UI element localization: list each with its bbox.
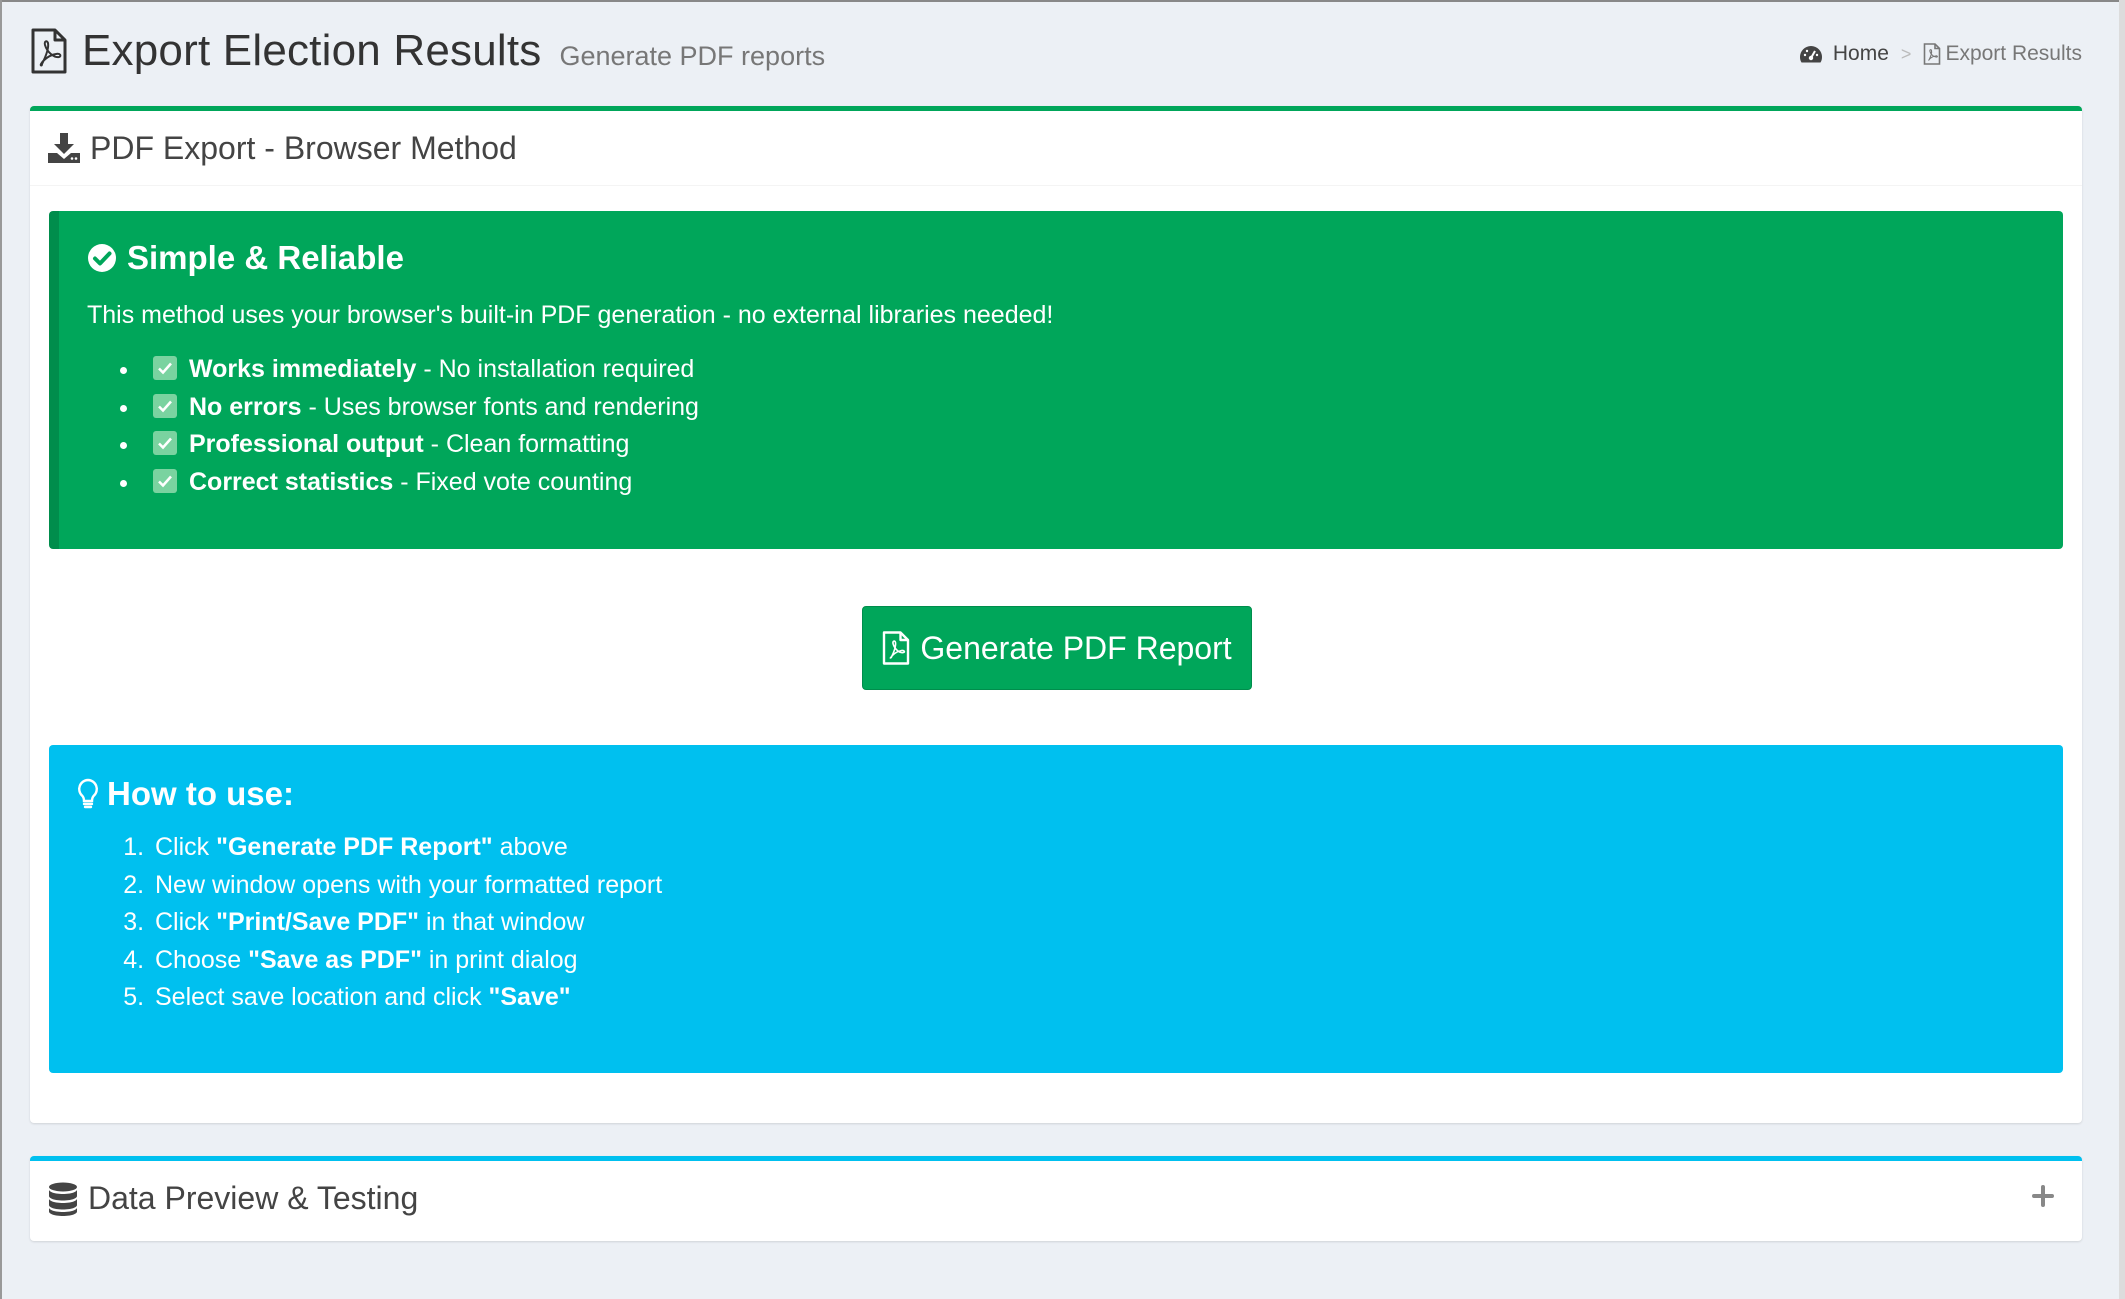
feature-bold: Professional output: [189, 430, 424, 458]
list-item: New window opens with your formatted rep…: [151, 867, 662, 905]
window-top-edge: [0, 0, 2125, 2]
list-item: Choose "Save as PDF" in print dialog: [151, 942, 662, 980]
feature-text: - Uses browser fonts and rendering: [301, 392, 699, 421]
breadcrumb-separator: >: [1900, 43, 1912, 64]
info-callout: How to use: Click "Generate PDF Report" …: [49, 745, 2063, 1073]
data-preview-box: Data Preview & Testing: [30, 1156, 2082, 1241]
lightbulb-icon: [78, 778, 98, 809]
step-text: New window opens with your formatted rep…: [155, 870, 663, 899]
step-bold: "Generate PDF Report": [216, 833, 493, 861]
step-bold: "Print/Save PDF": [216, 908, 420, 936]
pdf-export-box-title: PDF Export - Browser Method: [90, 129, 517, 166]
list-item: Works immediately - No installation requ…: [141, 351, 699, 389]
list-item: Click "Generate PDF Report" above: [151, 829, 662, 867]
success-callout-title: Simple & Reliable: [127, 239, 404, 276]
generate-pdf-button-label: Generate PDF Report: [920, 629, 1232, 666]
step-text: in print dialog: [421, 945, 578, 974]
feature-list: Works immediately - No installation requ…: [117, 351, 699, 501]
list-item: Select save location and click "Save": [151, 979, 662, 1017]
content-header: Export Election Results Generate PDF rep…: [30, 22, 2082, 86]
list-item: Click "Print/Save PDF" in that window: [151, 904, 662, 942]
feature-bold: No errors: [189, 392, 302, 421]
step-text: in that window: [419, 908, 585, 936]
success-callout-title-row: Simple & Reliable: [87, 239, 404, 277]
file-pdf-icon: [1924, 43, 1941, 65]
feature-text: - No installation required: [416, 355, 695, 383]
feature-bold: Correct statistics: [189, 467, 394, 496]
step-bold: "Save": [488, 983, 571, 1011]
plus-icon[interactable]: [2030, 1183, 2056, 1209]
checkbox-icon: [153, 356, 177, 380]
info-callout-title-row: How to use:: [77, 775, 294, 813]
step-text: Click: [155, 833, 217, 861]
page-subtitle: Generate PDF reports: [559, 41, 826, 71]
breadcrumb-home-label: Home: [1832, 42, 1889, 65]
database-icon: [49, 1182, 77, 1216]
success-callout-intro: This method uses your browser's built-in…: [87, 301, 1054, 329]
feature-bold: Works immediately: [189, 355, 417, 383]
feature-text: - Clean formatting: [423, 430, 630, 458]
step-text: Choose: [155, 945, 249, 974]
dashboard-icon: [1799, 46, 1822, 63]
data-preview-box-title: Data Preview & Testing: [88, 1180, 419, 1216]
breadcrumb-current: Export Results: [1923, 42, 2082, 66]
file-pdf-icon: [883, 631, 910, 665]
page-heading: Export Election Results: [82, 26, 542, 75]
feature-text: - Fixed vote counting: [393, 467, 633, 496]
page-title: Export Election Results Generate PDF rep…: [30, 26, 825, 76]
file-pdf-icon: [31, 28, 67, 74]
generate-pdf-button[interactable]: Generate PDF Report: [862, 606, 1252, 690]
check-circle-icon: [88, 244, 116, 272]
breadcrumb-current-label: Export Results: [1945, 42, 2082, 65]
list-item: Correct statistics - Fixed vote counting: [141, 464, 699, 502]
info-callout-title: How to use:: [107, 775, 294, 812]
breadcrumb-home-link[interactable]: Home: [1799, 42, 1889, 66]
checkbox-icon: [153, 468, 177, 493]
checkbox-icon: [153, 393, 177, 418]
checkbox-icon: [153, 431, 177, 455]
pdf-export-box-header: PDF Export - Browser Method: [30, 111, 2082, 186]
download-icon: [48, 133, 80, 163]
window-left-edge: [0, 0, 2, 1299]
list-item: No errors - Uses browser fonts and rende…: [141, 389, 699, 427]
success-callout: Simple & Reliable This method uses your …: [49, 211, 2063, 549]
step-text: above: [492, 833, 568, 861]
scrollbar[interactable]: [2119, 0, 2125, 1299]
pdf-export-box: PDF Export - Browser Method Simple & Rel…: [30, 106, 2082, 1123]
breadcrumb: Home > Export Results: [1799, 42, 2082, 66]
step-bold: "Save as PDF": [248, 945, 422, 974]
step-text: Select save location and click: [155, 983, 489, 1011]
step-text: Click: [155, 908, 217, 936]
data-preview-box-header[interactable]: Data Preview & Testing: [30, 1161, 2082, 1236]
list-item: Professional output - Clean formatting: [141, 426, 699, 464]
steps-list: Click "Generate PDF Report" above New wi…: [125, 829, 662, 1017]
